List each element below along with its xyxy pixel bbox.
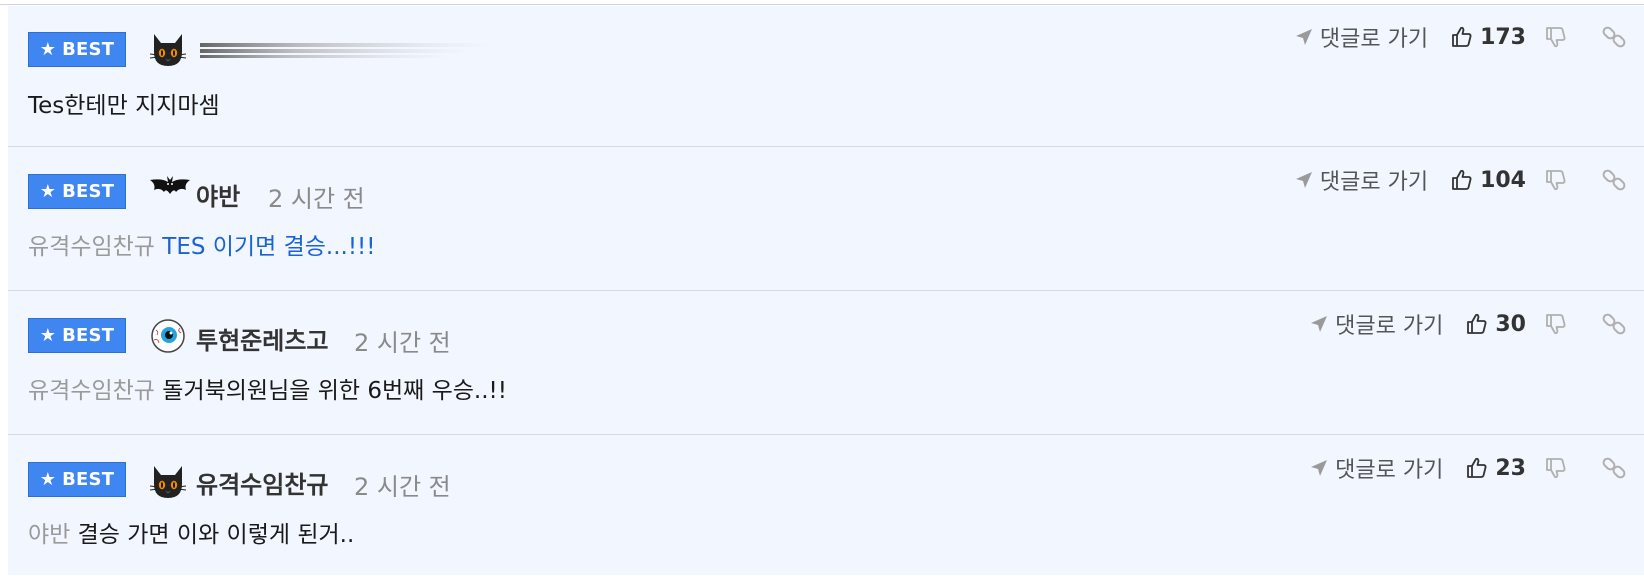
best-badge-label: BEST bbox=[62, 469, 115, 490]
eyeball-icon[interactable] bbox=[150, 318, 186, 354]
author-name[interactable]: 유격수임찬규 bbox=[196, 465, 328, 500]
thumbs-down-icon bbox=[1546, 27, 1566, 48]
location-arrow-icon bbox=[1295, 29, 1312, 45]
thumbs-up-icon bbox=[1452, 26, 1472, 47]
top-divider bbox=[0, 0, 1644, 5]
author-name[interactable]: 야반 bbox=[196, 177, 240, 212]
best-badge: ★ BEST bbox=[28, 32, 126, 67]
thumbs-up-icon bbox=[1467, 457, 1487, 478]
best-badge-label: BEST bbox=[62, 39, 115, 60]
share-link-button[interactable] bbox=[1602, 25, 1626, 49]
comment-body: Tes한테만 지지마셈 bbox=[28, 93, 220, 119]
comment-actions: 댓글로 가기 104 bbox=[1294, 165, 1626, 195]
star-icon: ★ bbox=[39, 468, 57, 490]
reply-mention[interactable]: 야반 bbox=[28, 522, 70, 548]
best-badge: ★ BEST bbox=[28, 318, 126, 353]
goto-comment-link[interactable]: 댓글로 가기 bbox=[1294, 21, 1428, 53]
comment-text: 야반 결승 가면 이와 이렇게 된거.. bbox=[28, 515, 354, 549]
goto-comment-label: 댓글로 가기 bbox=[1335, 458, 1444, 483]
dislike-button[interactable] bbox=[1544, 25, 1568, 49]
location-arrow-icon bbox=[1311, 316, 1328, 332]
comment-body: 결승 가면 이와 이렇게 된거.. bbox=[77, 522, 355, 548]
link-icon bbox=[1602, 169, 1626, 191]
comment-time: 2 시간 전 bbox=[268, 185, 365, 213]
comment-list-frame: ★ BEST Tes한테만 지지마셈 댓글로 가기 173 ★ BEST 야반 … bbox=[0, 0, 1644, 576]
black-cat-icon[interactable] bbox=[148, 28, 188, 68]
thumbs-down-icon bbox=[1546, 458, 1566, 479]
comment-text: Tes한테만 지지마셈 bbox=[28, 86, 220, 120]
star-icon: ★ bbox=[39, 324, 57, 346]
comment-actions: 댓글로 가기 23 bbox=[1309, 453, 1626, 483]
goto-comment-link[interactable]: 댓글로 가기 bbox=[1309, 452, 1443, 484]
author-name[interactable]: 투현준레츠고 bbox=[196, 321, 328, 356]
goto-comment-label: 댓글로 가기 bbox=[1335, 314, 1444, 339]
author-name-redacted bbox=[200, 40, 490, 62]
comment-actions: 댓글로 가기 30 bbox=[1309, 309, 1626, 339]
like-button[interactable]: 30 bbox=[1465, 312, 1526, 337]
best-badge: ★ BEST bbox=[28, 174, 126, 209]
comment-actions: 댓글로 가기 173 bbox=[1294, 22, 1626, 52]
location-arrow-icon bbox=[1311, 460, 1328, 476]
best-comments-list: ★ BEST Tes한테만 지지마셈 댓글로 가기 173 ★ BEST 야반 … bbox=[8, 6, 1644, 575]
comment-text: 유격수임찬규 TES 이기면 결승...!!! bbox=[28, 227, 375, 261]
like-count: 23 bbox=[1495, 455, 1526, 481]
bat-icon[interactable] bbox=[148, 172, 192, 212]
comment-item: ★ BEST Tes한테만 지지마셈 댓글로 가기 173 bbox=[8, 6, 1644, 147]
like-button[interactable]: 173 bbox=[1450, 25, 1526, 50]
comment-time: 2 시간 전 bbox=[354, 329, 451, 357]
thumbs-down-icon bbox=[1546, 170, 1566, 191]
like-button[interactable]: 104 bbox=[1450, 168, 1526, 193]
link-icon bbox=[1602, 313, 1626, 335]
comment-item: ★ BEST 야반 2 시간 전 유격수임찬규 TES 이기면 결승...!!! bbox=[8, 147, 1644, 291]
reply-mention[interactable]: 유격수임찬규 bbox=[28, 378, 155, 404]
thumbs-up-icon bbox=[1467, 313, 1487, 334]
dislike-button[interactable] bbox=[1544, 312, 1568, 336]
comment-body: TES 이기면 결승...!!! bbox=[162, 234, 376, 260]
thumbs-up-icon bbox=[1452, 169, 1472, 190]
share-link-button[interactable] bbox=[1602, 168, 1626, 192]
best-badge-label: BEST bbox=[62, 181, 115, 202]
share-link-button[interactable] bbox=[1602, 456, 1626, 480]
dislike-button[interactable] bbox=[1544, 168, 1568, 192]
link-icon bbox=[1602, 457, 1626, 479]
thumbs-down-icon bbox=[1546, 314, 1566, 335]
share-link-button[interactable] bbox=[1602, 312, 1626, 336]
like-count: 173 bbox=[1480, 24, 1526, 50]
best-badge: ★ BEST bbox=[28, 462, 126, 497]
comment-item: ★ BEST 유격수임찬규 2 시간 전 야반 결승 가면 이와 이렇게 된거.… bbox=[8, 435, 1644, 575]
reply-mention[interactable]: 유격수임찬규 bbox=[28, 234, 155, 260]
like-count: 104 bbox=[1480, 167, 1526, 193]
comment-item: ★ BEST 투현준레츠고 2 시간 전 유격수임찬규 돌거북의원님을 위한 6… bbox=[8, 291, 1644, 435]
goto-comment-link[interactable]: 댓글로 가기 bbox=[1294, 164, 1428, 196]
black-cat-icon[interactable] bbox=[148, 460, 188, 500]
comment-time: 2 시간 전 bbox=[354, 473, 451, 501]
goto-comment-label: 댓글로 가기 bbox=[1319, 27, 1429, 52]
goto-comment-label: 댓글로 가기 bbox=[1319, 170, 1429, 195]
star-icon: ★ bbox=[39, 180, 57, 202]
star-icon: ★ bbox=[39, 38, 57, 60]
comment-text: 유격수임찬규 돌거북의원님을 위한 6번째 우승..!! bbox=[28, 371, 507, 405]
location-arrow-icon bbox=[1295, 172, 1312, 188]
comment-body: 돌거북의원님을 위한 6번째 우승..!! bbox=[162, 378, 507, 404]
dislike-button[interactable] bbox=[1544, 456, 1568, 480]
goto-comment-link[interactable]: 댓글로 가기 bbox=[1309, 308, 1443, 340]
like-button[interactable]: 23 bbox=[1465, 456, 1526, 481]
link-icon bbox=[1602, 26, 1626, 48]
best-badge-label: BEST bbox=[62, 325, 115, 346]
like-count: 30 bbox=[1495, 311, 1526, 337]
